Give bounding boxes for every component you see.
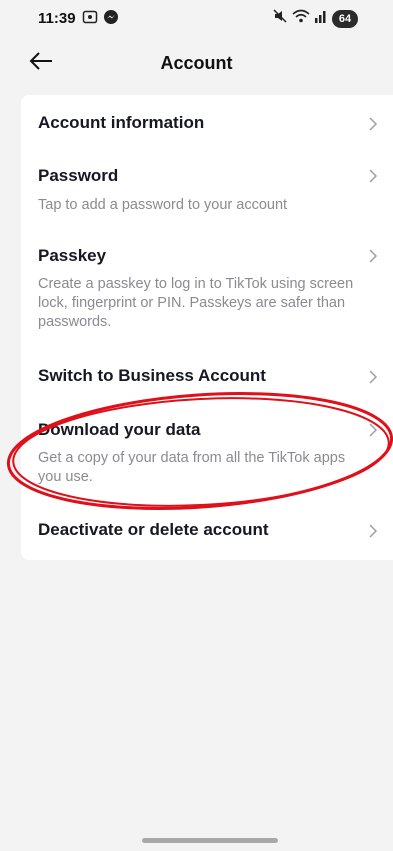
signal-icon <box>314 8 328 29</box>
passkey-row[interactable]: Passkey Create a passkey to log in to Ti… <box>21 231 393 355</box>
account-information-row[interactable]: Account information <box>21 95 393 151</box>
row-title: Deactivate or delete account <box>38 520 269 539</box>
chevron-right-icon <box>367 422 379 438</box>
row-description: Get a copy of your data from all the Tik… <box>38 450 346 485</box>
row-title: Passkey <box>38 246 107 265</box>
status-time: 11:39 <box>38 10 76 27</box>
status-right-icons: 64 <box>272 8 358 29</box>
chevron-right-icon <box>367 116 379 132</box>
account-settings-card: Account information Password Tap to add … <box>21 95 393 560</box>
deactivate-delete-account-row[interactable]: Deactivate or delete account <box>21 505 393 560</box>
row-title: Switch to Business Account <box>38 366 266 385</box>
chevron-right-icon <box>367 369 379 385</box>
messenger-icon <box>103 9 119 30</box>
page-title: Account <box>160 53 233 73</box>
screen-record-icon <box>82 9 98 30</box>
wifi-icon <box>292 8 310 29</box>
row-title: Account information <box>38 113 205 132</box>
row-description: Create a passkey to log in to TikTok usi… <box>38 276 354 330</box>
chevron-right-icon <box>367 523 379 539</box>
chevron-right-icon <box>367 248 379 264</box>
header: Account <box>0 40 393 88</box>
mute-icon <box>272 8 288 29</box>
switch-business-account-row[interactable]: Switch to Business Account <box>21 355 393 405</box>
row-title: Download your data <box>38 420 201 439</box>
row-title: Password <box>38 166 119 185</box>
row-description: Tap to add a password to your account <box>38 197 288 213</box>
chevron-right-icon <box>367 168 379 184</box>
password-row[interactable]: Password Tap to add a password to your a… <box>21 151 393 231</box>
status-left-icons <box>82 9 119 30</box>
download-data-row[interactable]: Download your data Get a copy of your da… <box>21 405 393 505</box>
status-bar: 11:39 64 <box>0 0 393 36</box>
battery-badge: 64 <box>332 9 358 28</box>
home-indicator <box>142 838 278 843</box>
